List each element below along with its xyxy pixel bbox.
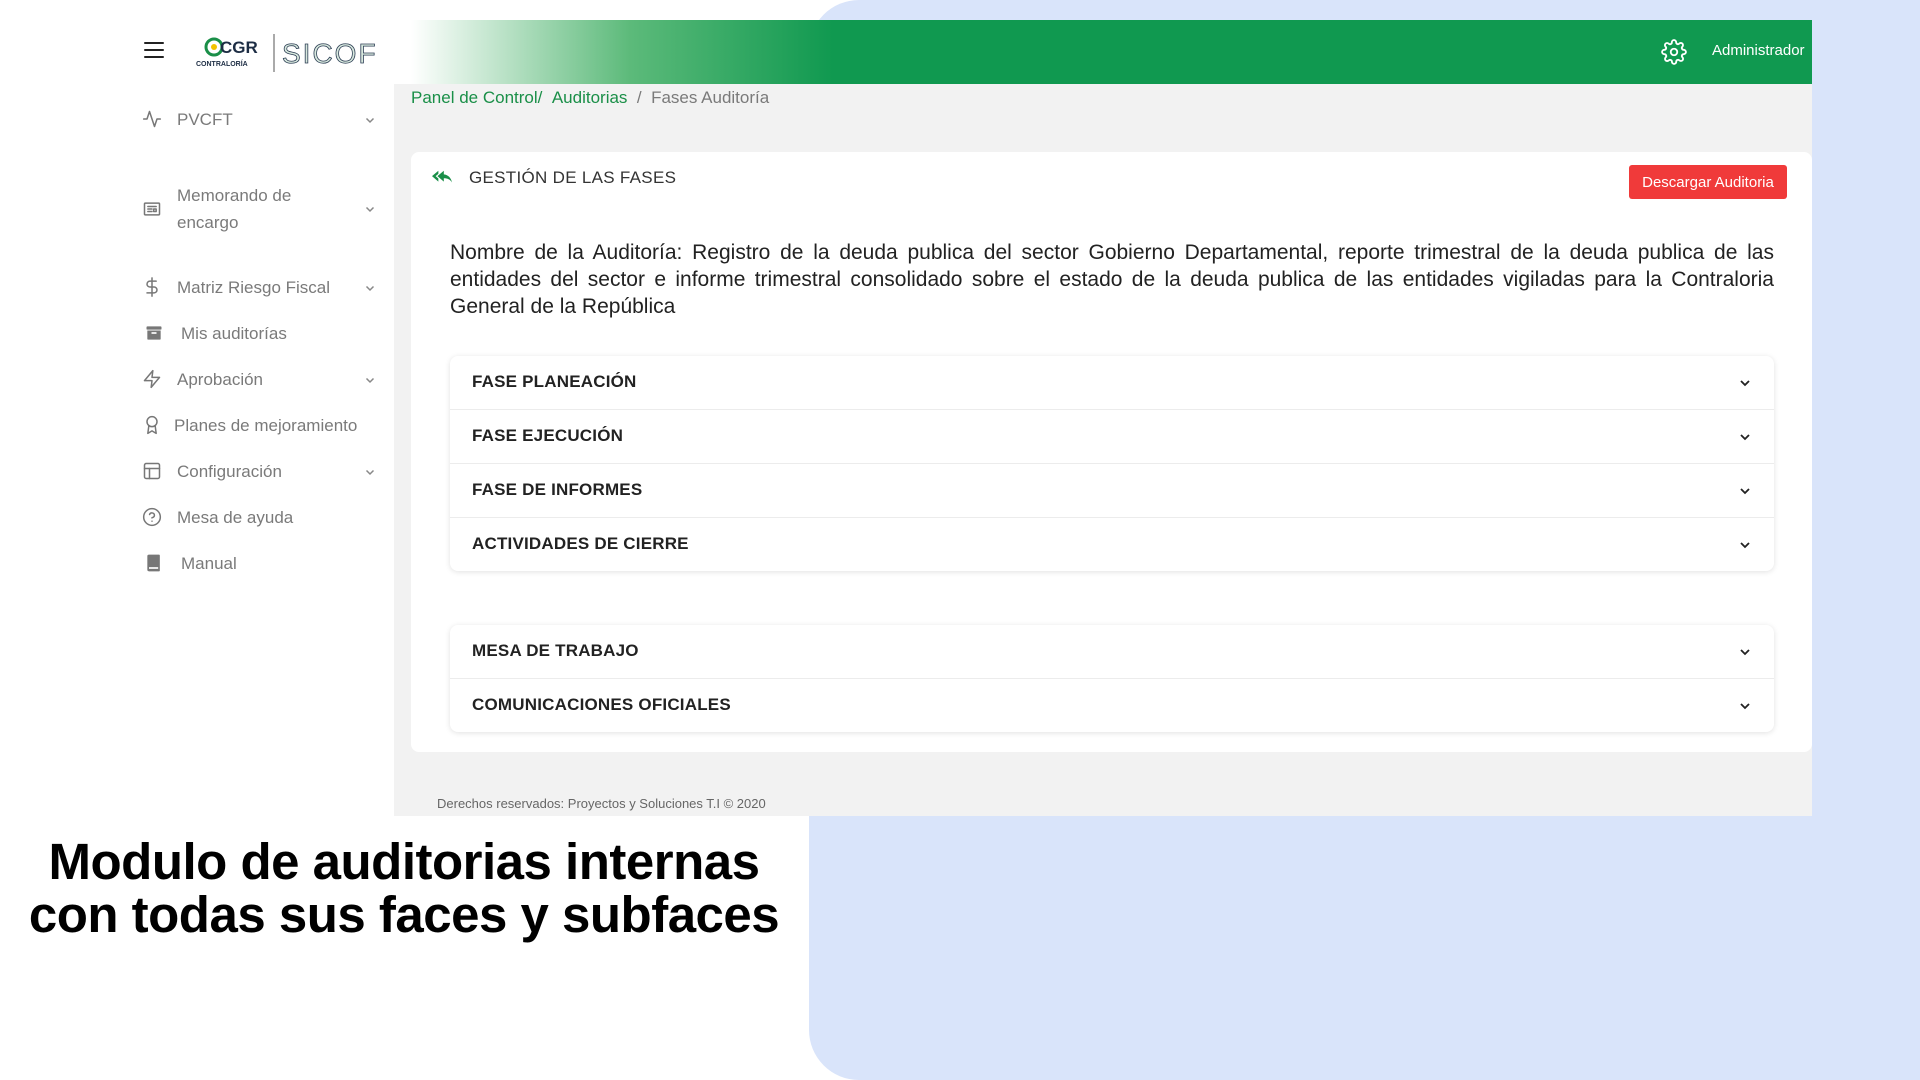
layout-icon [143,462,161,480]
help-circle-icon [142,507,162,527]
app-window: CGR CONTRALORÍA SICOF Administrador PVCF… [124,20,1812,816]
award-icon [146,415,158,435]
footer-copyright: Derechos reservados: Proyectos y Solucio… [437,796,766,811]
caption: Modulo de auditorias internas con todas … [0,835,808,941]
sidebar-item-label: Matriz Riesgo Fiscal [177,278,331,297]
sidebar-item-pvcft[interactable]: PVCFT [124,106,394,133]
gear-icon[interactable] [1661,39,1687,65]
download-audit-button[interactable]: Descargar Auditoria [1629,165,1787,199]
accordion-mesa-trabajo[interactable]: MESA DE TRABAJO [450,625,1774,679]
sidebar-item-aprobacion[interactable]: Aprobación [124,366,394,393]
breadcrumb-separator: / [636,88,642,107]
accordion-label: ACTIVIDADES DE CIERRE [472,534,689,553]
sidebar-item-mesa-ayuda[interactable]: Mesa de ayuda [124,504,394,531]
chevron-down-icon [365,117,375,124]
caption-line-1: Modulo de auditorias internas [48,833,760,890]
card-title: GESTIÓN DE LAS FASES [469,168,677,187]
sidebar-item-matriz[interactable]: Matriz Riesgo Fiscal [124,274,394,301]
sidebar-item-label: Configuración [177,462,282,481]
main-content: Panel de Control/ Auditorias / Fases Aud… [394,84,1812,816]
breadcrumb-separator: / [537,88,543,107]
chevron-down-icon [365,206,375,213]
chevron-down-icon [365,469,375,476]
sidebar-item-label: PVCFT [177,110,233,129]
accordion-label: FASE EJECUCIÓN [472,426,624,445]
activity-icon [142,110,162,128]
menu-icon[interactable] [144,42,164,58]
accordion-label: MESA DE TRABAJO [472,641,639,660]
logo-cgr-text: CGR [220,38,258,57]
sidebar-item-label: Manual [181,554,237,573]
chevron-down-icon [1740,380,1750,387]
sidebar-item-planes[interactable]: Planes de mejoramiento [124,412,394,439]
sidebar-item-label: Memorando de encargo [177,186,292,232]
sidebar-item-mis-auditorias[interactable]: Mis auditorías [124,320,394,347]
sidebar-item-memorando[interactable]: Memorando de encargo [124,182,394,236]
accordion-fase-informes[interactable]: FASE DE INFORMES [450,464,1774,518]
breadcrumb: Panel de Control/ Auditorias / Fases Aud… [411,88,769,108]
logo-sicof-text: SICOF [282,38,378,69]
sidebar: PVCFT Memorando de encargo Matriz Riesgo… [124,84,394,816]
dollar-icon [146,277,158,297]
accordion-actividades-cierre[interactable]: ACTIVIDADES DE CIERRE [450,518,1774,571]
chevron-down-icon [365,377,375,384]
phases-accordion: FASE PLANEACIÓN FASE EJECUCIÓN FASE DE I… [450,356,1774,571]
audit-name: Nombre de la Auditoría: Registro de la d… [450,241,1774,318]
phases-card: GESTIÓN DE LAS FASES Descargar Auditoria… [411,152,1812,752]
sidebar-item-label: Mis auditorías [181,324,287,343]
book-icon [147,554,160,572]
sidebar-item-label: Planes de mejoramiento [174,416,358,435]
sidebar-item-configuracion[interactable]: Configuración [124,458,394,485]
breadcrumb-current: Fases Auditoría [651,88,770,107]
newspaper-icon [143,202,161,216]
reply-all-icon[interactable] [431,168,453,188]
chevron-down-icon [365,285,375,292]
chevron-down-icon [1740,542,1750,549]
accordion-fase-ejecucion[interactable]: FASE EJECUCIÓN [450,410,1774,464]
top-bar: CGR CONTRALORÍA SICOF Administrador [124,20,1812,84]
archive-icon [146,326,162,340]
sidebar-item-manual[interactable]: Manual [124,550,394,577]
breadcrumb-home[interactable]: Panel de Control [411,88,538,107]
accordion-label: FASE DE INFORMES [472,480,643,499]
chevron-down-icon [1740,649,1750,656]
accordion-comunicaciones[interactable]: COMUNICACIONES OFICIALES [450,679,1774,732]
lightning-icon [143,369,161,389]
user-name[interactable]: Administrador [1712,42,1805,59]
chevron-down-icon [1740,434,1750,441]
chevron-down-icon [1740,488,1750,495]
cgr-sicof-logo: CGR CONTRALORÍA SICOF [196,34,378,72]
logo-contraloria-text: CONTRALORÍA [196,59,248,68]
breadcrumb-auditorias[interactable]: Auditorias [552,88,628,107]
sidebar-item-label: Mesa de ayuda [177,508,294,527]
sidebar-item-label: Aprobación [177,370,264,389]
caption-line-2: con todas sus faces y subfaces [28,886,780,943]
accordion-fase-planeacion[interactable]: FASE PLANEACIÓN [450,356,1774,410]
accordion-label: FASE PLANEACIÓN [472,372,637,391]
accordion-label: COMUNICACIONES OFICIALES [472,695,731,714]
chevron-down-icon [1740,703,1750,710]
extra-accordion: MESA DE TRABAJO COMUNICACIONES OFICIALES [450,625,1774,732]
